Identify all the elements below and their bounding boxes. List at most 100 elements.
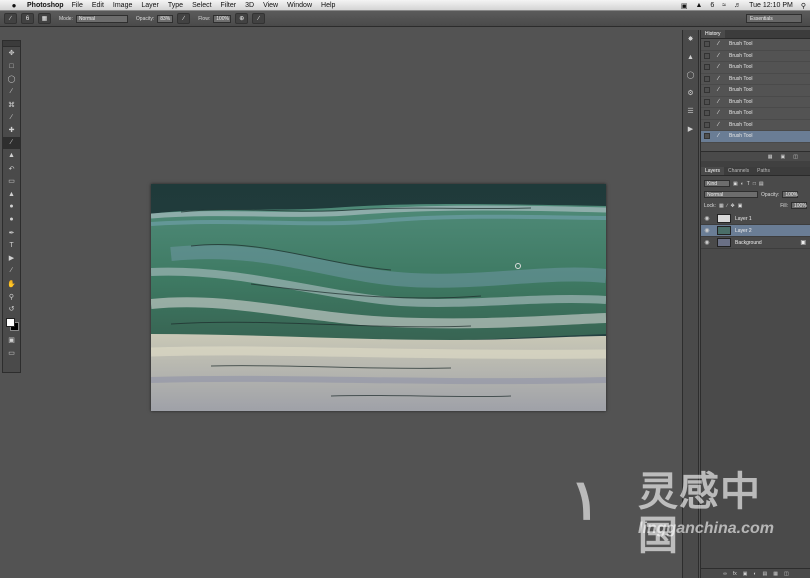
menu-type[interactable]: Type bbox=[168, 2, 183, 9]
workspace-switcher[interactable]: Essentials bbox=[746, 14, 802, 23]
apple-menu-icon[interactable]: ● bbox=[9, 1, 19, 10]
add-mask-icon[interactable]: ▣ bbox=[743, 571, 748, 577]
filter-shape-icon[interactable]: □ bbox=[753, 181, 756, 187]
history-source-checkbox[interactable] bbox=[704, 64, 710, 71]
clone-source-icon[interactable]: ▲ bbox=[683, 48, 698, 66]
wifi-icon[interactable]: ≈ bbox=[722, 2, 726, 9]
menu-select[interactable]: Select bbox=[192, 2, 211, 9]
marquee-tool-icon[interactable]: □ bbox=[3, 60, 20, 73]
delete-layer-icon[interactable]: ◫ bbox=[784, 571, 789, 577]
history-source-checkbox[interactable] bbox=[704, 98, 710, 105]
tab-channels[interactable]: Channels bbox=[724, 167, 753, 175]
screen-record-icon[interactable]: ▣ bbox=[681, 2, 688, 10]
filter-type-icon[interactable]: T bbox=[747, 181, 750, 187]
tab-history[interactable]: History bbox=[701, 30, 725, 38]
menu-image[interactable]: Image bbox=[113, 2, 132, 9]
history-item[interactable]: ∕ Brush Tool bbox=[701, 97, 810, 108]
flow-field[interactable]: 100% bbox=[213, 14, 232, 23]
lasso-tool-icon[interactable]: ◯ bbox=[3, 73, 20, 86]
history-item[interactable]: ∕ Brush Tool bbox=[701, 39, 810, 51]
menu-view[interactable]: View bbox=[263, 2, 278, 9]
filter-pixel-icon[interactable]: ▣ bbox=[733, 181, 738, 187]
airbrush-icon[interactable]: ⊕ bbox=[235, 13, 249, 24]
spotlight-icon[interactable]: ⚲ bbox=[801, 2, 806, 10]
screen-mode-icon[interactable]: ▭ bbox=[3, 347, 20, 360]
history-source-checkbox[interactable] bbox=[704, 133, 710, 140]
app-menu[interactable]: Photoshop bbox=[27, 2, 64, 9]
adjustment-layer-icon[interactable]: ◐ bbox=[753, 571, 756, 577]
history-item-selected[interactable]: ∕ Brush Tool bbox=[701, 131, 810, 143]
type-tool-icon[interactable]: T bbox=[3, 239, 20, 252]
blend-mode-select[interactable]: Normal bbox=[704, 191, 758, 198]
healing-brush-tool-icon[interactable]: ✚ bbox=[3, 124, 20, 137]
zoom-tool-icon[interactable]: ⚲ bbox=[3, 290, 20, 303]
new-group-icon[interactable]: ▤ bbox=[763, 571, 768, 577]
history-item[interactable]: ∕ Brush Tool bbox=[701, 85, 810, 97]
swap-colors-icon[interactable]: ↺ bbox=[3, 303, 20, 316]
opacity-field[interactable]: 83% bbox=[157, 14, 174, 23]
layer-opacity-field[interactable]: 100% bbox=[782, 191, 799, 198]
new-document-from-state-icon[interactable]: ▦ bbox=[768, 154, 773, 160]
quick-select-tool-icon[interactable]: ∕ bbox=[3, 85, 20, 98]
quick-mask-icon[interactable]: ▣ bbox=[3, 334, 20, 347]
crop-tool-icon[interactable]: ⌘ bbox=[3, 98, 20, 111]
layer-row-layer-2[interactable]: ◉ Layer 2 bbox=[701, 225, 810, 237]
mode-select[interactable]: Normal bbox=[75, 14, 128, 23]
layer-filter-kind[interactable]: Kind bbox=[704, 180, 730, 187]
menu-3d[interactable]: 3D bbox=[245, 2, 254, 9]
eyedropper-tool-icon[interactable]: ∕ bbox=[3, 111, 20, 124]
properties-icon[interactable]: ☰ bbox=[683, 102, 698, 120]
filter-smart-object-icon[interactable]: ▤ bbox=[759, 181, 764, 187]
menu-file[interactable]: File bbox=[72, 2, 83, 9]
move-tool-icon[interactable]: ✥ bbox=[3, 47, 20, 60]
tab-paths[interactable]: Paths bbox=[753, 167, 774, 175]
lock-all-icon[interactable]: ▣ bbox=[738, 203, 743, 209]
layer-style-icon[interactable]: fx bbox=[733, 571, 737, 577]
document-canvas[interactable] bbox=[151, 184, 606, 411]
menu-filter[interactable]: Filter bbox=[221, 2, 237, 9]
blur-tool-icon[interactable]: ● bbox=[3, 201, 20, 214]
delete-state-icon[interactable]: ◫ bbox=[793, 154, 798, 160]
path-selection-tool-icon[interactable]: ▶ bbox=[3, 252, 20, 265]
history-item[interactable]: ∕ Brush Tool bbox=[701, 120, 810, 131]
history-item[interactable]: ∕ Brush Tool bbox=[701, 108, 810, 120]
history-item[interactable]: ∕ Brush Tool bbox=[701, 51, 810, 62]
history-source-checkbox[interactable] bbox=[704, 110, 710, 117]
hand-tool-icon[interactable]: ✋ bbox=[3, 277, 20, 290]
actions-icon[interactable]: ▶ bbox=[683, 120, 698, 138]
visibility-eye-icon[interactable]: ◉ bbox=[701, 227, 713, 234]
history-source-checkbox[interactable] bbox=[704, 121, 710, 128]
history-source-checkbox[interactable] bbox=[704, 87, 710, 94]
brush-preset-icon[interactable]: ∕ bbox=[4, 13, 17, 24]
visibility-eye-icon[interactable]: ◉ bbox=[701, 239, 713, 246]
lock-position-icon[interactable]: ✥ bbox=[731, 203, 735, 209]
pen-tool-icon[interactable]: ✒ bbox=[3, 226, 20, 239]
fill-field[interactable]: 100% bbox=[791, 202, 807, 209]
menu-window[interactable]: Window bbox=[287, 2, 312, 9]
history-source-checkbox[interactable] bbox=[704, 41, 710, 48]
pressure-opacity-icon[interactable]: ∕ bbox=[177, 13, 191, 24]
layer-row-background[interactable]: ◉ Background ▣ bbox=[701, 237, 810, 249]
tool-presets-icon[interactable]: ⚙ bbox=[683, 84, 698, 102]
history-source-checkbox[interactable] bbox=[704, 75, 710, 82]
dodge-tool-icon[interactable]: ● bbox=[3, 213, 20, 226]
visibility-eye-icon[interactable]: ◉ bbox=[701, 215, 713, 222]
history-item[interactable]: ∕ Brush Tool bbox=[701, 74, 810, 85]
lock-transparent-icon[interactable]: ▦ bbox=[719, 203, 724, 209]
adobe-icon[interactable]: ▲ bbox=[695, 2, 702, 9]
clock[interactable]: Tue 12:10 PM bbox=[749, 2, 793, 9]
paint-bucket-tool-icon[interactable]: ▲ bbox=[3, 188, 20, 201]
new-snapshot-icon[interactable]: ▣ bbox=[781, 154, 786, 160]
filter-adjustment-icon[interactable]: ◐ bbox=[741, 181, 744, 187]
pressure-size-icon[interactable]: ∕ bbox=[252, 13, 266, 24]
notification-badge[interactable]: 6 bbox=[710, 2, 714, 9]
history-source-checkbox[interactable] bbox=[704, 52, 710, 59]
history-brush-tool-icon[interactable]: ↶ bbox=[3, 162, 20, 175]
menu-edit[interactable]: Edit bbox=[92, 2, 104, 9]
brush-panel-toggle-icon[interactable]: ▦ bbox=[38, 13, 51, 24]
foreground-color-swatch[interactable] bbox=[6, 317, 15, 327]
lock-image-icon[interactable]: ∕ bbox=[727, 203, 728, 209]
link-layers-icon[interactable]: ∞ bbox=[723, 571, 727, 577]
volume-icon[interactable]: ♬ bbox=[734, 2, 741, 9]
clone-stamp-tool-icon[interactable]: ▲ bbox=[3, 149, 20, 162]
